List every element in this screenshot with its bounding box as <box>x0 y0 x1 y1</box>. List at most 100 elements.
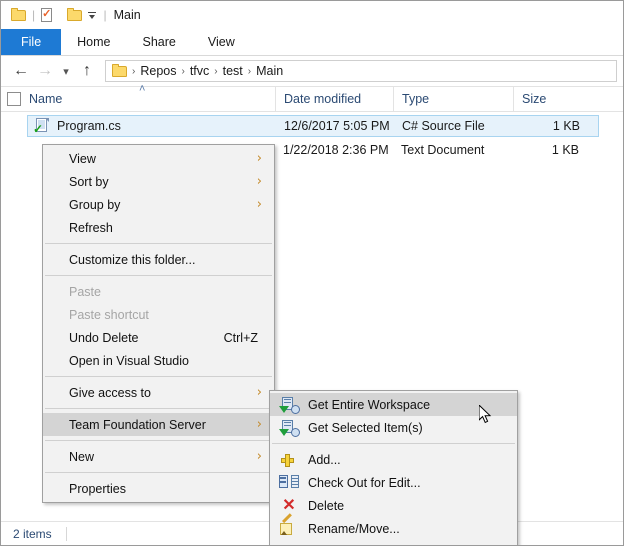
column-header-type-label: Type <box>402 92 430 106</box>
menu-separator <box>45 275 272 276</box>
sort-ascending-icon: ˄ <box>139 83 146 95</box>
submenu-item-label: Add... <box>308 452 341 467</box>
breadcrumb-tfvc[interactable]: tfvc <box>187 64 212 78</box>
menu-separator <box>45 440 272 441</box>
recent-locations-icon[interactable]: ▾ <box>57 59 75 83</box>
submenu-item-add[interactable]: Add... <box>270 448 517 471</box>
file-size-cell: 1 KB <box>552 119 580 133</box>
menu-item-open-in-visual-studio[interactable]: Open in Visual Studio <box>43 349 274 372</box>
table-row[interactable]: ✓ Program.cs 12/6/2017 5:05 PM C# Source… <box>27 115 599 137</box>
chevron-right-icon: › <box>256 174 262 189</box>
context-menu: View › Sort by › Group by › Refresh Cust… <box>42 144 275 503</box>
column-header-date-label: Date modified <box>284 92 362 106</box>
menu-item-undo-delete[interactable]: Undo Delete Ctrl+Z <box>43 326 274 349</box>
file-name-cell: ✓ Program.cs <box>28 118 276 135</box>
menu-item-label: View <box>69 151 96 166</box>
submenu-item-get-entire-workspace[interactable]: Get Entire Workspace <box>270 393 517 416</box>
submenu-item-rename-move[interactable]: Rename/Move... <box>270 512 517 540</box>
menu-item-team-foundation-server[interactable]: Team Foundation Server › <box>43 413 274 436</box>
column-header-type[interactable]: Type <box>393 87 513 111</box>
menu-item-customize-this-folder[interactable]: Customize this folder... <box>43 248 274 271</box>
menu-item-new[interactable]: New › <box>43 445 274 468</box>
breadcrumb-repos[interactable]: Repos <box>137 64 179 78</box>
tab-home[interactable]: Home <box>61 29 126 55</box>
rename-pencil-icon <box>278 512 300 538</box>
new-folder-icon[interactable] <box>67 8 83 22</box>
menu-separator <box>45 376 272 377</box>
crumb-sep-1: › <box>181 65 185 77</box>
add-plus-icon <box>278 451 300 469</box>
menu-item-label: Team Foundation Server <box>69 417 206 432</box>
breadcrumb-main[interactable]: Main <box>253 64 286 78</box>
quick-access-toolbar: | ✓ | <box>11 7 112 23</box>
tab-view[interactable]: View <box>192 29 251 55</box>
submenu-item-undo[interactable]: Undo... <box>270 540 517 545</box>
menu-item-view[interactable]: View › <box>43 147 274 170</box>
menu-separator <box>45 243 272 244</box>
up-button[interactable]: ↑ <box>75 59 99 83</box>
menu-separator <box>45 472 272 473</box>
menu-item-give-access-to[interactable]: Give access to › <box>43 381 274 404</box>
file-type-cell: C# Source File <box>402 119 485 133</box>
menu-item-label: Customize this folder... <box>69 252 196 267</box>
menu-item-label: Open in Visual Studio <box>69 353 189 368</box>
breadcrumb[interactable]: › Repos › tfvc › test › Main <box>105 60 617 82</box>
crumb-sep-0: › <box>132 65 136 77</box>
file-size-cell: 1 KB <box>551 143 579 157</box>
submenu-item-label: Get Selected Item(s) <box>308 420 423 435</box>
submenu-item-label: Delete <box>308 498 345 513</box>
chevron-right-icon: › <box>256 385 262 400</box>
column-header-name[interactable]: Name ˄ <box>1 83 275 111</box>
address-bar: ← → ▾ ↑ › Repos › tfvc › test › Main <box>1 56 623 86</box>
submenu-item-check-out-for-edit[interactable]: Check Out for Edit... <box>270 471 517 494</box>
tab-file[interactable]: File <box>1 29 62 55</box>
submenu-item-label: Rename/Move... <box>308 521 400 536</box>
menu-item-label: Undo Delete <box>69 330 139 345</box>
menu-item-refresh[interactable]: Refresh <box>43 216 274 239</box>
menu-item-accelerator: Ctrl+Z <box>223 330 258 345</box>
back-button[interactable]: ← <box>9 59 33 83</box>
tfs-submenu: Get Entire Workspace Get Selected Item(s… <box>269 390 518 545</box>
get-workspace-icon <box>278 396 300 414</box>
file-date-cell: 1/22/2018 2:36 PM <box>283 143 389 157</box>
forward-button: → <box>37 62 53 79</box>
menu-separator <box>45 408 272 409</box>
menu-item-properties[interactable]: Properties <box>43 477 274 500</box>
ribbon-tabs: File Home Share View <box>1 29 623 56</box>
explorer-window: | ✓ | Main File Home Share View ← → ▾ ↑ … <box>0 0 624 546</box>
column-headers: Name ˄ Date modified Type Size <box>1 83 623 112</box>
menu-item-label: Group by <box>69 197 121 212</box>
select-all-checkbox[interactable] <box>7 92 21 106</box>
submenu-item-label: Get Entire Workspace <box>308 397 431 412</box>
submenu-item-get-selected-items[interactable]: Get Selected Item(s) <box>270 416 517 439</box>
item-count-label: 2 items <box>13 526 52 541</box>
customize-dropdown-icon[interactable] <box>86 7 98 23</box>
column-header-size-label: Size <box>522 92 547 106</box>
submenu-item-delete[interactable]: ✕ Delete <box>270 494 517 517</box>
menu-item-paste-shortcut: Paste shortcut <box>43 303 274 326</box>
menu-item-label: Paste <box>69 284 101 299</box>
csharp-source-file-icon: ✓ <box>33 118 50 135</box>
chevron-right-icon: › <box>256 151 262 166</box>
breadcrumb-test[interactable]: test <box>220 64 246 78</box>
delete-x-icon: ✕ <box>282 496 296 514</box>
column-header-date-modified[interactable]: Date modified <box>275 87 393 111</box>
qat-divider-1: | <box>32 8 36 22</box>
properties-icon[interactable]: ✓ <box>40 7 54 23</box>
qat-spacer <box>59 9 62 21</box>
check-out-icon <box>278 474 300 492</box>
menu-item-sort-by[interactable]: Sort by › <box>43 170 274 193</box>
breadcrumb-folder-icon <box>112 64 128 78</box>
file-type-cell: Text Document <box>401 143 485 157</box>
menu-item-label: Refresh <box>69 220 113 235</box>
tab-share[interactable]: Share <box>127 29 192 55</box>
submenu-separator <box>272 443 515 444</box>
menu-item-group-by[interactable]: Group by › <box>43 193 274 216</box>
menu-item-paste: Paste <box>43 280 274 303</box>
title-bar: | ✓ | Main <box>1 1 623 29</box>
menu-item-label: Properties <box>69 481 126 496</box>
column-header-size[interactable]: Size <box>513 87 589 111</box>
get-items-icon <box>278 419 300 437</box>
crumb-sep-3: › <box>247 65 252 77</box>
menu-item-label: Paste shortcut <box>69 307 149 322</box>
